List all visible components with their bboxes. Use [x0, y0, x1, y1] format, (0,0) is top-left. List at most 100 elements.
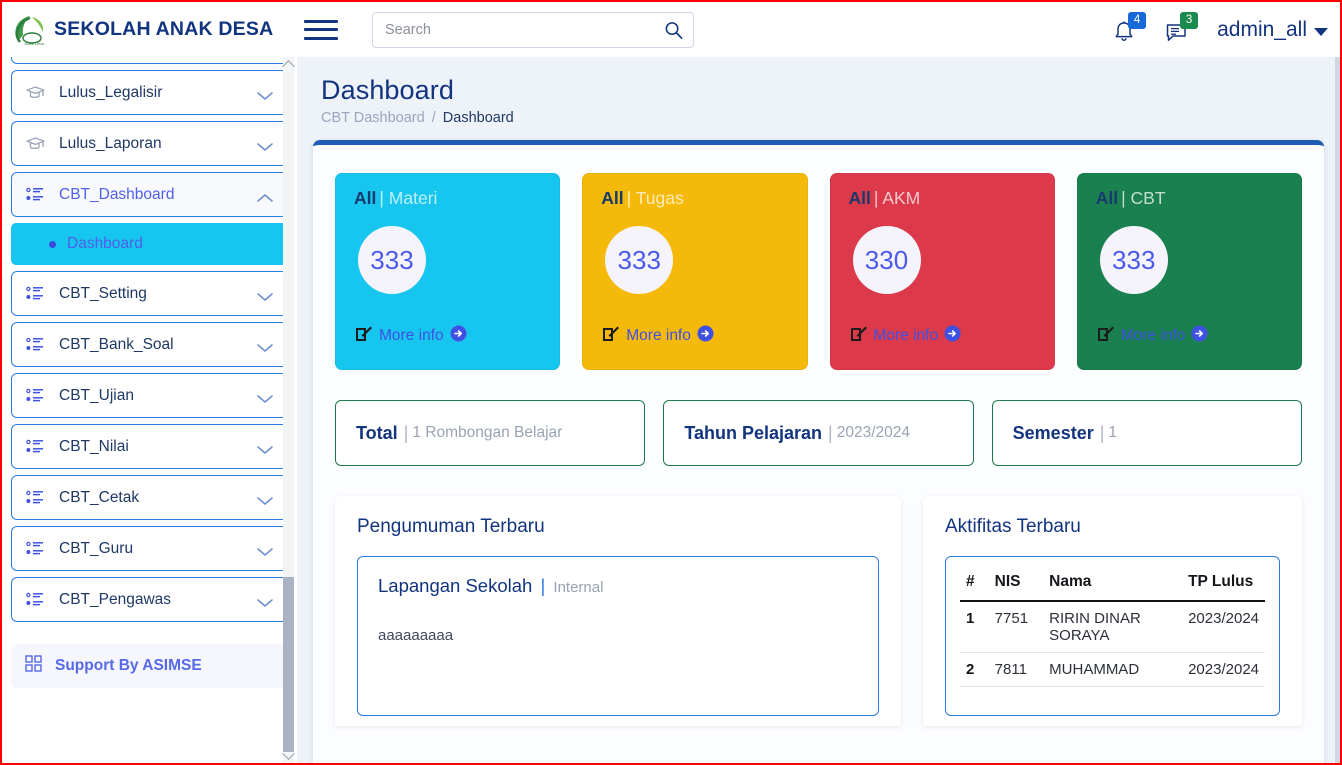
info-card-value: 1	[1108, 424, 1118, 441]
chevron-down-icon[interactable]	[257, 442, 273, 454]
chevron-down-icon[interactable]	[257, 340, 273, 352]
main-scrollbar[interactable]	[1335, 57, 1340, 763]
brand[interactable]: Anak Desa SEKOLAH ANAK DESA	[2, 11, 273, 49]
arrow-circle-right-icon	[1191, 325, 1208, 347]
stat-card-value: 330	[852, 226, 921, 294]
sidebar-item-lulus_legalisir[interactable]: Lulus_Legalisir	[11, 70, 288, 115]
info-card-label: Semester	[1012, 422, 1094, 443]
more-info-link[interactable]: More info	[355, 324, 467, 347]
table-cell-nama: MUHAMMAD	[1043, 652, 1183, 687]
caret-down-icon	[1314, 27, 1328, 36]
table-row[interactable]: 1 7751 RIRIN DINAR SORAYA 2023/2024	[960, 601, 1265, 653]
panels-row: Pengumuman Terbaru Lapangan Sekolah | In…	[313, 496, 1324, 726]
sidebar-item-cbt_pengawas[interactable]: CBT_Pengawas	[11, 577, 288, 622]
sidebar-item-label: CBT_Cetak	[59, 488, 140, 506]
stat-card-header: All | AKM	[849, 188, 1036, 209]
chevron-down-icon[interactable]	[257, 595, 273, 607]
sidebar-item-cbt_nilai[interactable]: CBT_Nilai	[11, 424, 288, 469]
sidebar: Lulus_Data Lulus_Legalisir Lulus_Laporan CB…	[2, 57, 297, 763]
chevron-down-icon[interactable]	[257, 391, 273, 403]
sidebar-item-cbt_bank_soal[interactable]: CBT_Bank_Soal	[11, 322, 288, 367]
table-cell-nama: RIRIN DINAR SORAYA	[1043, 601, 1183, 653]
list-ul-icon	[26, 286, 48, 301]
chevron-down-icon[interactable]	[257, 493, 273, 505]
edit-square-icon	[850, 324, 868, 347]
messages-button[interactable]: 3	[1165, 11, 1199, 46]
stat-card[interactable]: All | Tugas 333 More info	[582, 173, 808, 370]
header-actions: 4 3 admin_all	[1113, 11, 1340, 46]
stat-card-header: All | Tugas	[601, 188, 788, 209]
announcement-body: aaaaaaaaa	[378, 627, 454, 644]
sidebar-item-label: CBT_Dashboard	[59, 185, 175, 203]
stat-card-label: | AKM	[873, 188, 921, 208]
stat-card[interactable]: All | Materi 333 More info	[335, 173, 561, 370]
info-cards-row: Total | 1 Rombongan Belajar Tahun Pelajaran…	[313, 370, 1324, 466]
more-info-link[interactable]: More info	[1097, 324, 1209, 347]
sidebar-item-cbt_cetak[interactable]: CBT_Cetak	[11, 475, 288, 520]
more-info-label: More info	[873, 326, 939, 344]
svg-text:Anak Desa: Anak Desa	[24, 41, 44, 46]
sidebar-item-cbt_setting[interactable]: CBT_Setting	[11, 271, 288, 316]
stat-card-label: | Materi	[379, 188, 438, 208]
hamburger-icon[interactable]	[304, 17, 338, 43]
page-title: Dashboard	[321, 75, 454, 105]
sidebar-subitem-dashboard[interactable]: Dashboard	[11, 223, 288, 265]
user-name: admin_all	[1217, 17, 1307, 41]
info-card-separator: |	[403, 422, 409, 443]
chevron-down-icon[interactable]	[257, 544, 273, 556]
sidebar-item-label: Lulus_Legalisir	[59, 83, 163, 101]
stat-card-title: All	[1095, 188, 1119, 208]
stat-card[interactable]: All | CBT 333 More info	[1076, 173, 1302, 370]
sidebar-item-lulus_data[interactable]: Lulus_Data	[11, 57, 288, 64]
messages-badge: 3	[1180, 11, 1199, 29]
announcement-header: Lapangan Sekolah | Internal	[378, 575, 858, 597]
sidebar-item-label: Lulus_Laporan	[59, 134, 162, 152]
stat-card[interactable]: All | AKM 330 More info	[829, 173, 1055, 370]
sidebar-item-lulus_laporan[interactable]: Lulus_Laporan	[11, 121, 288, 166]
stat-card-header: All | Materi	[354, 188, 541, 209]
stat-cards-row: All | Materi 333 More info All | Tugas 333 More…	[313, 145, 1324, 370]
sidebar-item-cbt_dashboard[interactable]: CBT_Dashboard	[11, 172, 288, 217]
main-content: Dashboard CBT Dashboard / Dashboard All |…	[297, 57, 1340, 763]
graduation-cap-icon	[26, 136, 48, 152]
notifications-button[interactable]: 4	[1113, 11, 1147, 46]
more-info-link[interactable]: More info	[602, 324, 714, 347]
sidebar-item-label: CBT_Guru	[59, 539, 134, 557]
more-info-link[interactable]: More info	[850, 324, 962, 347]
support-link[interactable]: Support By ASIMSE	[11, 644, 288, 688]
chevron-down-icon[interactable]	[257, 139, 273, 151]
search-input[interactable]	[372, 11, 694, 48]
info-card-value: 2023/2024	[836, 424, 911, 441]
graduation-cap-icon	[26, 85, 48, 101]
table-row[interactable]: 2 7811 MUHAMMAD 2023/2024	[960, 652, 1265, 687]
chevron-down-icon[interactable]	[257, 88, 273, 100]
list-ul-icon	[26, 592, 48, 607]
list-ul-icon	[26, 541, 48, 556]
breadcrumb-parent[interactable]: CBT Dashboard	[321, 110, 425, 126]
sidebar-item-cbt_guru[interactable]: CBT_Guru	[11, 526, 288, 571]
chevron-up-icon[interactable]	[257, 190, 273, 202]
table-column-header: NIS	[988, 567, 1044, 602]
table-header-row: # NIS Nama TP Lulus	[960, 567, 1265, 602]
list-ul-icon	[26, 337, 48, 352]
sidebar-item-label: CBT_Nilai	[59, 437, 129, 455]
sidebar-subitem-label: Dashboard	[67, 235, 143, 252]
table-cell-nis: 7811	[988, 652, 1044, 687]
sidebar-scrollbar-thumb[interactable]	[283, 577, 294, 752]
grid-icon	[25, 655, 42, 677]
sidebar-item-cbt_ujian[interactable]: CBT_Ujian	[11, 373, 288, 418]
info-card-separator: |	[828, 422, 833, 443]
stat-card-label: | CBT	[1121, 188, 1166, 208]
table-column-header: #	[960, 567, 989, 602]
stat-card-value: 333	[1099, 226, 1168, 294]
chevron-down-icon[interactable]	[257, 289, 273, 301]
user-menu[interactable]: admin_all	[1217, 18, 1328, 42]
sidebar-scroll-area: Lulus_Data Lulus_Legalisir Lulus_Laporan CB…	[2, 57, 297, 763]
announcement-item[interactable]: Lapangan Sekolah | Internal aaaaaaaaa	[357, 556, 879, 716]
table-column-header: Nama	[1043, 567, 1183, 602]
scroll-up-arrow-icon[interactable]	[282, 60, 295, 73]
edit-square-icon	[602, 324, 620, 347]
breadcrumb-separator: /	[431, 110, 436, 126]
announcement-tag: Internal	[553, 579, 604, 596]
search-box[interactable]	[372, 11, 694, 48]
